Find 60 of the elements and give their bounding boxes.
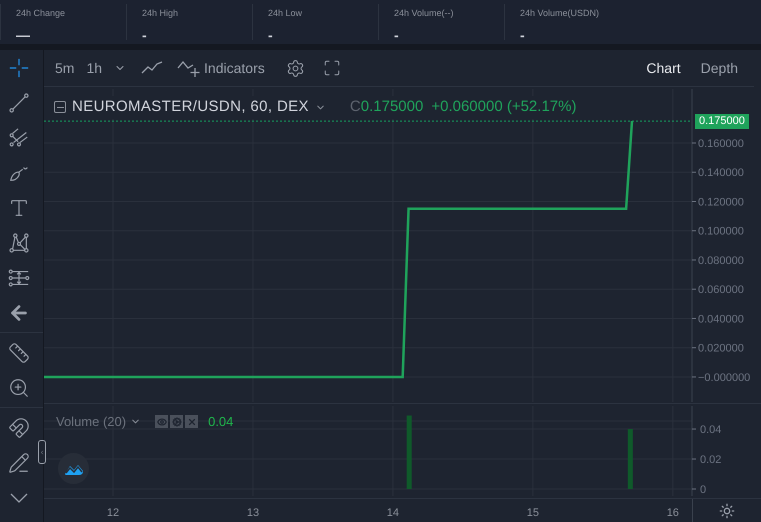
price-axis-label: −0.000000 (698, 372, 750, 384)
measure-icon (8, 266, 30, 288)
stat-value: - (142, 26, 148, 44)
collapse-handle[interactable] (38, 440, 46, 464)
price-axis-label: 0.120000 (698, 196, 744, 208)
chevron-left-icon (39, 448, 45, 456)
price-change: +0.060000 (+52.17%) (431, 97, 576, 117)
stat-label: 24h Change (16, 7, 66, 20)
stat-value: - (520, 26, 526, 44)
close-icon (186, 416, 197, 427)
time-axis-label: 14 (386, 506, 400, 521)
fullscreen-icon[interactable] (322, 59, 341, 77)
price-axis-label: 0.020000 (698, 342, 744, 355)
pattern-icon (8, 232, 30, 254)
time-axis-label: 15 (526, 506, 540, 521)
line-chart-icon[interactable] (141, 61, 164, 75)
price-axis-label: 0.040000 (698, 313, 744, 326)
price-axis-label: 0.060000 (698, 284, 744, 296)
price-axis-label: 0.140000 (698, 167, 744, 180)
logo-button[interactable] (58, 453, 89, 484)
price-axis-label: 0.160000 (698, 138, 744, 150)
stat-label: 24h Low (268, 7, 304, 20)
gear-icon (172, 416, 182, 427)
close-value: 0.175000 (360, 97, 424, 117)
stat-value: - (268, 26, 274, 44)
time-axis-label: 16 (666, 506, 680, 521)
magnet-icon (8, 416, 30, 438)
price-axis-label: 0.080000 (698, 254, 744, 267)
volume-axis-label: 0 (700, 484, 706, 496)
volume-bar (628, 429, 633, 489)
zoom-in-icon (8, 376, 30, 398)
collapse-icon[interactable] (54, 101, 66, 114)
volume-title: Volume (20) (56, 413, 126, 431)
interval-button[interactable]: 5m (55, 58, 74, 78)
interval-button[interactable]: 1h (86, 58, 102, 78)
stat-label: 24h Volume(USDN) (520, 7, 600, 20)
close-label: C (350, 97, 361, 117)
stat-value: — (16, 26, 31, 44)
stat-label: 24h High (142, 7, 180, 20)
pencil-icon (8, 452, 30, 474)
volume-value: 0.04 (208, 413, 234, 431)
volume-axis-label: 0.02 (700, 454, 722, 466)
view-tab[interactable]: Chart (646, 58, 681, 78)
symbol-title: NEUROMASTER/USDN, 60, DEX (72, 97, 309, 117)
chevron-down-icon (10, 492, 28, 502)
time-axis-label: 12 (106, 506, 120, 521)
stat-label: 24h Volume(--) (394, 7, 455, 20)
volume-axis-label: 0.04 (700, 424, 722, 436)
stat-value: - (394, 26, 400, 44)
settings-icon[interactable] (286, 58, 305, 78)
time-axis-label: 13 (246, 506, 260, 521)
sun-icon[interactable] (719, 503, 735, 519)
indicators-button[interactable]: Indicators (177, 58, 265, 78)
last-price-tag: 0.175000 (695, 114, 749, 130)
pitchfork-icon (8, 126, 30, 148)
trend-line-icon (8, 92, 30, 114)
view-tab[interactable]: Depth (700, 58, 738, 78)
crosshair-icon (8, 56, 30, 78)
ruler-icon (8, 342, 30, 364)
price-axis-label: 0.100000 (698, 226, 744, 238)
